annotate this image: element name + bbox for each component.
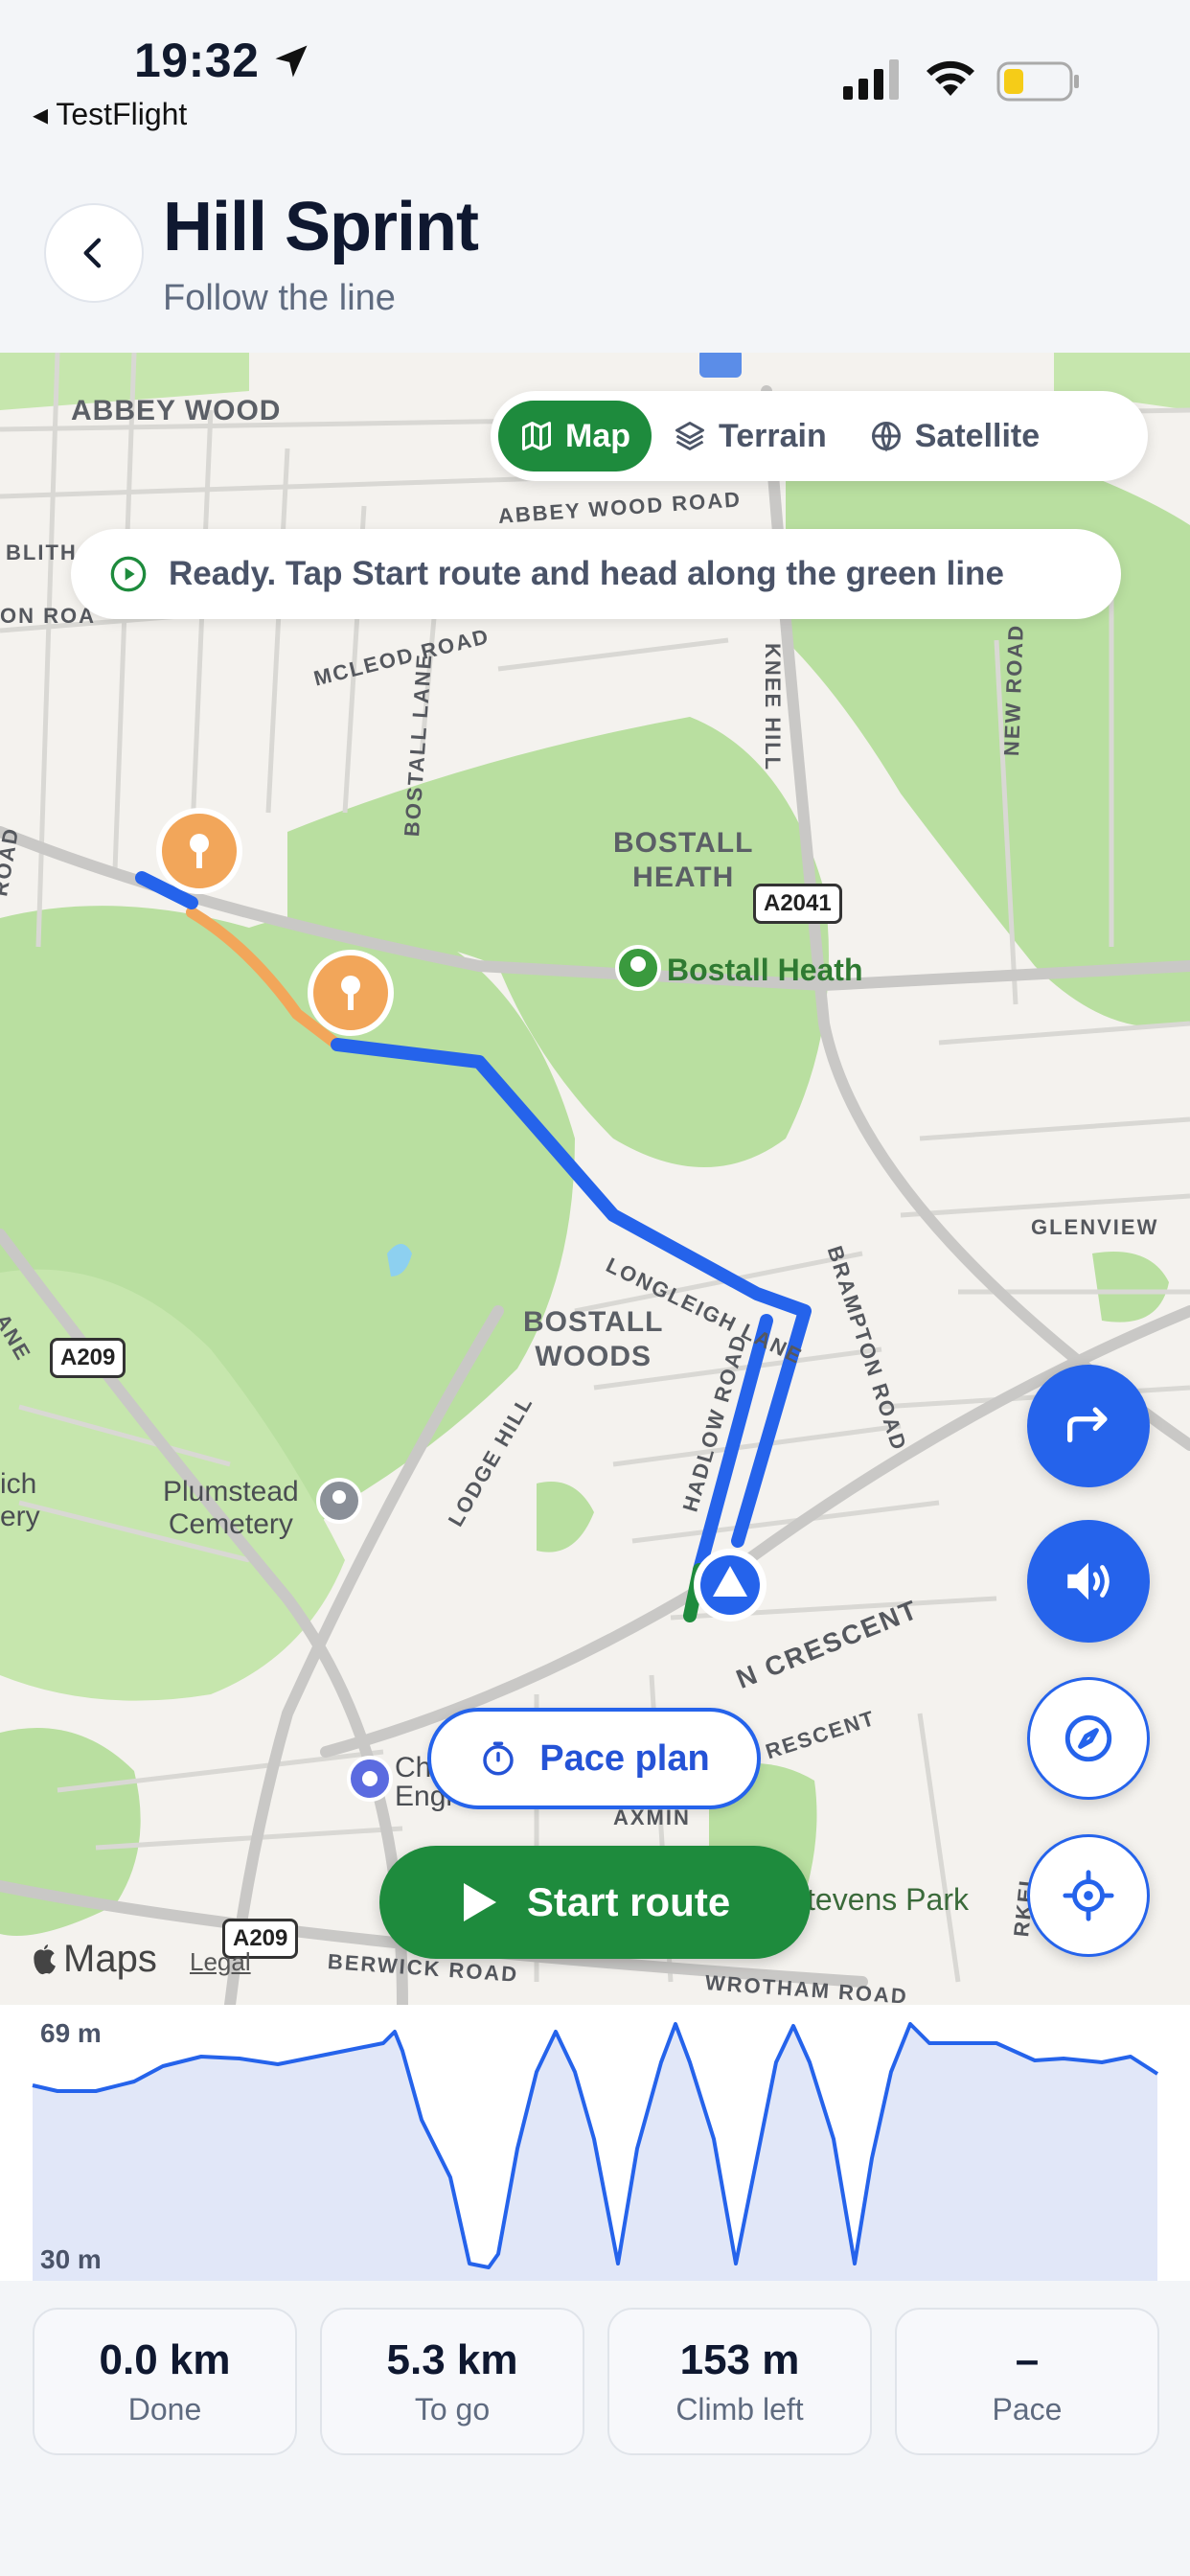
road-shield-a2041: A2041 (753, 884, 842, 924)
stat-value: 0.0 km (99, 2335, 231, 2383)
road-label-new-road: NEW ROAD (999, 623, 1028, 757)
pace-plan-label: Pace plan (539, 1737, 710, 1779)
crosshair-icon (1063, 1870, 1114, 1921)
layers-icon (675, 422, 704, 450)
route-map[interactable]: ABBEY WOOD ABBEY WOOD ROAD BLITH ON ROA … (0, 353, 1190, 2005)
stat-value: 5.3 km (386, 2335, 518, 2383)
stat-label: To go (414, 2391, 491, 2426)
stat-label: Climb left (675, 2391, 804, 2426)
map-mode-map-label: Map (565, 417, 630, 454)
church-pin-icon (347, 1756, 393, 1802)
play-icon (463, 1883, 496, 1921)
page-subtitle: Follow the line (163, 278, 396, 318)
road-label-blith: BLITH (6, 540, 78, 564)
waypoint-pin-icon[interactable] (308, 950, 394, 1036)
map-mode-map[interactable]: Map (498, 401, 652, 472)
location-arrow-icon (275, 45, 308, 78)
map-mode-terrain[interactable]: Terrain (652, 401, 848, 472)
speaker-icon (1067, 1562, 1110, 1600)
start-route-label: Start route (526, 1879, 731, 1924)
stat-pace: – Pace (895, 2308, 1159, 2455)
map-label-bostall-woods: BOSTALL WOODS (523, 1306, 664, 1372)
reroute-button[interactable] (1027, 1365, 1150, 1487)
route-status-text: Ready. Tap Start route and head along th… (169, 555, 1004, 592)
chevron-left-icon (83, 238, 102, 268)
waypoint-pin-icon[interactable] (156, 808, 242, 894)
cellular-signal-icon (843, 59, 899, 100)
stat-label: Done (127, 2391, 202, 2426)
road-label-knee-hill: KNEE HILL (761, 643, 785, 772)
cemetery-pin-icon (316, 1478, 362, 1524)
map-label-abbey-wood: ABBEY WOOD (71, 395, 282, 426)
stat-done: 0.0 km Done (33, 2308, 297, 2455)
back-to-testflight-link[interactable]: ◂ TestFlight (33, 96, 187, 132)
map-mode-satellite[interactable]: Satellite (848, 401, 1061, 472)
road-label-glenview: GLENVIEW (1031, 1215, 1159, 1239)
globe-icon (871, 422, 901, 452)
map-mode-terrain-label: Terrain (719, 417, 827, 454)
map-mode-satellite-label: Satellite (914, 417, 1041, 454)
route-status-banner: Ready. Tap Start route and head along th… (71, 529, 1121, 619)
elevation-min-label: 30 m (40, 2244, 102, 2274)
elevation-profile: 69 m 30 m (0, 2005, 1190, 2281)
maps-attribution: Maps (29, 1938, 157, 1981)
turn-right-arrow-icon (1067, 1407, 1108, 1443)
recenter-button[interactable] (1027, 1834, 1150, 1957)
map-label-bostall-heath: BOSTALL HEATH (613, 827, 754, 893)
elevation-chart (32, 2022, 1159, 2281)
stat-value: 153 m (679, 2335, 800, 2383)
battery-low-icon (996, 61, 1079, 102)
compass-button[interactable] (1027, 1677, 1150, 1800)
road-shield-a209: A209 (50, 1338, 126, 1378)
apple-logo-icon (34, 1944, 56, 1974)
back-button[interactable] (44, 203, 144, 303)
wifi-icon (927, 60, 974, 96)
maps-attribution-text: Maps (63, 1938, 157, 1980)
stat-label: Pace (992, 2391, 1063, 2426)
stat-value: – (1015, 2335, 1040, 2383)
map-icon (522, 422, 551, 450)
map-label-plumstead-cemetery: Plumstead Cemetery (163, 1476, 299, 1540)
elevation-max-label: 69 m (40, 2018, 102, 2048)
map-label-stevens-park: tevens Park (807, 1882, 969, 1917)
stopwatch-icon (483, 1741, 515, 1776)
legal-link[interactable]: Legal (190, 1947, 251, 1977)
stat-to-go: 5.3 km To go (320, 2308, 584, 2455)
voice-guidance-button[interactable] (1027, 1520, 1150, 1643)
map-label-ich-ery: ich ery (0, 1468, 40, 1532)
pace-plan-button[interactable]: Pace plan (427, 1708, 761, 1809)
compass-icon (1064, 1714, 1112, 1762)
page-title: Hill Sprint (163, 189, 479, 265)
park-pin-icon (615, 945, 661, 991)
start-route-button[interactable]: Start route (379, 1846, 811, 1959)
map-mode-selector: Map Terrain Satellite (491, 391, 1148, 481)
user-location-icon (694, 1549, 767, 1622)
route-stats: 0.0 km Done 5.3 km To go 153 m Climb lef… (33, 2308, 1159, 2455)
play-circle-icon (110, 556, 147, 592)
road-label-on-roa: ON ROA (0, 604, 96, 628)
status-time: 19:32 (134, 34, 260, 87)
map-label-bostall-heath-park: Bostall Heath (667, 953, 863, 987)
stat-climb-left: 153 m Climb left (607, 2308, 872, 2455)
